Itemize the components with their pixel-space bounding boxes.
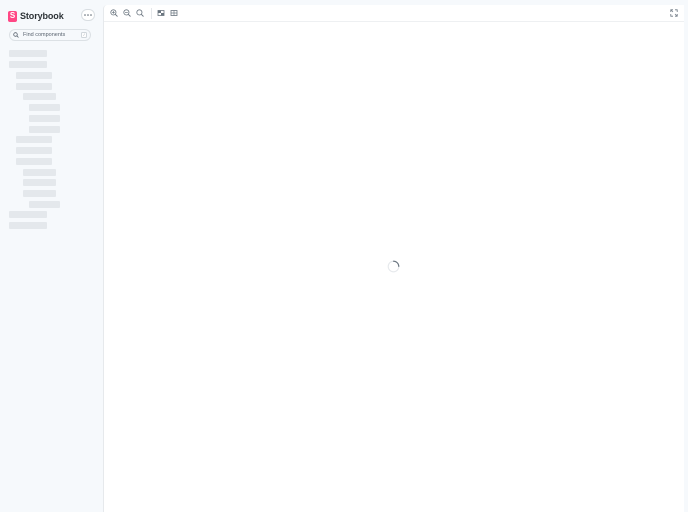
background-button[interactable]: [156, 8, 166, 18]
search-shortcut-key: /: [81, 32, 87, 38]
tree-skeleton-item: [29, 126, 60, 133]
tree-skeleton-item: [16, 147, 52, 154]
tree-skeleton-item: [23, 93, 56, 100]
sidebar: S Storybook Find components /: [0, 0, 103, 512]
tree-skeleton-item: [16, 158, 52, 165]
tree-skeleton-item: [9, 211, 47, 218]
search-icon: [13, 32, 20, 39]
storybook-logo-icon: S: [8, 10, 17, 22]
tree-skeleton-item: [23, 190, 56, 197]
zoom-reset-icon: [136, 9, 144, 17]
tree-skeleton-item: [23, 169, 56, 176]
toolbar-divider: [151, 8, 152, 19]
tree-skeleton-item: [29, 115, 60, 122]
search-placeholder: Find components: [23, 32, 66, 38]
loading-spinner-icon: [387, 260, 400, 273]
tree-skeleton-item: [9, 222, 47, 229]
tree-skeleton-item: [29, 104, 60, 111]
search-input[interactable]: Find components /: [9, 29, 91, 41]
brand-name: Storybook: [20, 11, 64, 21]
preview-panel: [103, 5, 684, 512]
tree-skeleton-item: [29, 201, 60, 208]
tree-skeleton-item: [23, 179, 56, 186]
tree-skeleton-item: [16, 136, 52, 143]
tree-skeleton-item: [16, 72, 52, 79]
tree-skeleton-item: [9, 50, 47, 57]
right-edge: [684, 0, 688, 512]
zoom-reset-button[interactable]: [135, 8, 145, 18]
tree-skeleton-item: [16, 83, 52, 90]
brand[interactable]: S Storybook: [8, 9, 64, 23]
zoom-out-button[interactable]: [122, 8, 132, 18]
preview-toolbar: [104, 5, 684, 22]
sidebar-menu-button[interactable]: [81, 9, 95, 21]
fullscreen-button[interactable]: [669, 8, 679, 18]
tree-skeleton-item: [9, 61, 47, 68]
zoom-out-icon: [123, 9, 131, 17]
grid-icon: [170, 10, 178, 16]
zoom-in-icon: [110, 9, 118, 17]
ellipsis-icon: [84, 14, 92, 16]
grid-button[interactable]: [169, 8, 179, 18]
zoom-in-button[interactable]: [109, 8, 119, 18]
background-grid-icon: [157, 10, 165, 16]
fullscreen-icon: [670, 9, 678, 17]
